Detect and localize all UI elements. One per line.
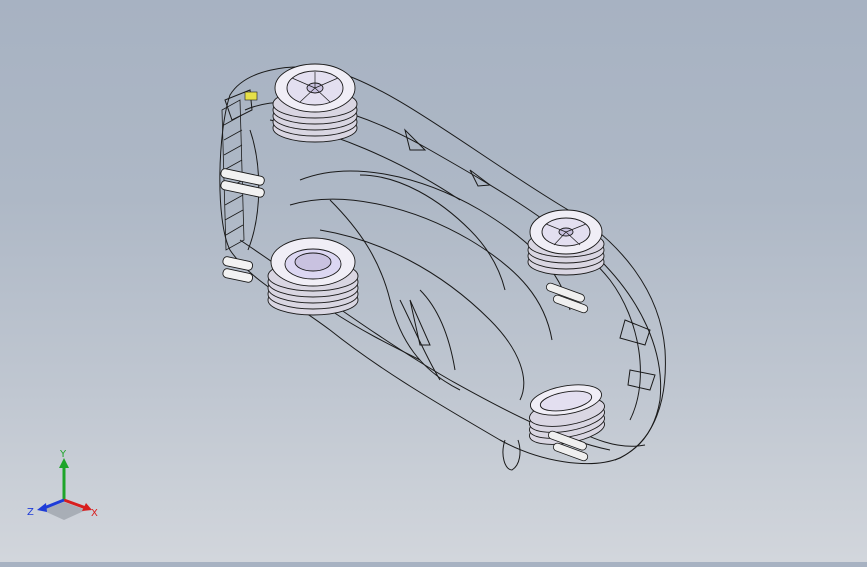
view-orientation-triad[interactable]: Y X Z <box>24 448 104 528</box>
cad-graphics-viewport[interactable] <box>0 0 867 562</box>
wheel-rear-left <box>272 63 358 143</box>
z-axis-arrow <box>37 503 47 512</box>
windshield <box>359 174 506 291</box>
front-nose <box>599 259 662 461</box>
vent-3 <box>409 299 431 346</box>
car-wireframe-model[interactable] <box>0 0 867 562</box>
wheel-front-left <box>527 209 605 276</box>
mirror <box>502 439 521 471</box>
y-axis-label: Y <box>59 449 67 460</box>
front-intake-2 <box>627 369 656 391</box>
crease-1 <box>419 289 456 371</box>
x-axis-label: X <box>91 508 98 519</box>
wheel-rear-right <box>267 237 359 316</box>
rear-light-highlight <box>244 91 258 101</box>
z-axis-label: Z <box>27 507 34 518</box>
sill-detail <box>329 309 421 361</box>
vent-1 <box>404 128 427 151</box>
